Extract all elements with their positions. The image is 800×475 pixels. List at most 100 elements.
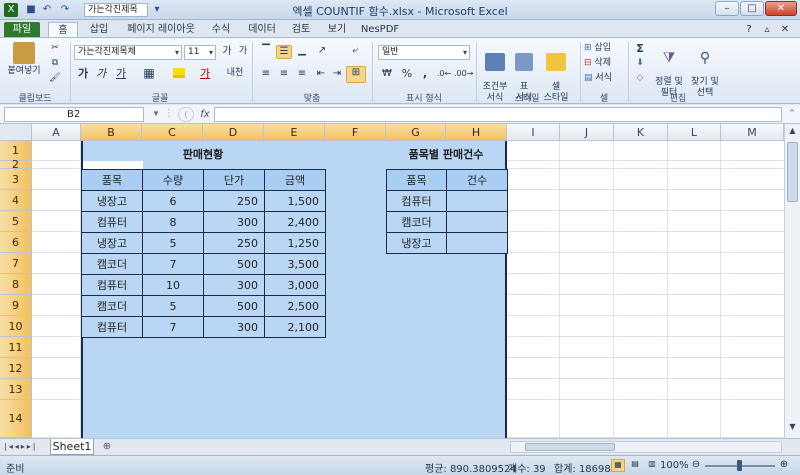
sales-cell[interactable]: 컴퓨터 xyxy=(81,316,143,338)
column-header-j[interactable]: J xyxy=(560,124,614,141)
sales-cell[interactable]: 2,100 xyxy=(264,316,326,338)
count-header-cell[interactable]: 건수 xyxy=(446,169,508,191)
sales-cell[interactable]: 7 xyxy=(142,316,204,338)
close-button[interactable]: ✕ xyxy=(765,1,797,16)
column-header-l[interactable]: L xyxy=(668,124,721,141)
minimize-button[interactable]: – xyxy=(715,1,739,16)
sales-cell[interactable]: 캠코더 xyxy=(81,295,143,317)
column-header-k[interactable]: K xyxy=(614,124,668,141)
sales-cell[interactable]: 3,000 xyxy=(264,274,326,296)
wrap-text-icon[interactable]: ⤶ xyxy=(346,45,364,59)
currency-icon[interactable]: ₩ xyxy=(378,68,396,82)
tab-page-layout[interactable]: 페이지 레이아웃 xyxy=(120,22,202,38)
column-header-e[interactable]: E xyxy=(264,124,325,141)
row-header-6[interactable]: 6 xyxy=(0,232,32,253)
row-header-2[interactable]: 2 xyxy=(0,158,32,171)
align-left-icon[interactable]: ≡ xyxy=(258,68,274,82)
paste-button[interactable]: 붙여넣기 xyxy=(6,42,42,86)
sales-cell[interactable]: 컴퓨터 xyxy=(81,274,143,296)
select-all-corner[interactable] xyxy=(0,124,32,141)
tab-insert[interactable]: 삽입 xyxy=(84,22,114,38)
number-format-select[interactable]: 일반 ▾ xyxy=(378,45,470,60)
conditional-format-button[interactable]: 조건부 서식 xyxy=(480,42,510,103)
sales-cell[interactable]: 2,400 xyxy=(264,211,326,233)
sales-cell[interactable]: 250 xyxy=(203,190,265,212)
tab-formulas[interactable]: 수식 xyxy=(206,22,236,38)
sales-cell[interactable]: 3,500 xyxy=(264,253,326,275)
percent-button[interactable]: % xyxy=(400,68,414,82)
column-header-c[interactable]: C xyxy=(142,124,203,141)
sheet-nav-arrows-icon[interactable]: |◂◂▸▸| xyxy=(4,441,46,453)
count-cell[interactable] xyxy=(446,211,508,233)
align-center-icon[interactable]: ≡ xyxy=(276,68,292,82)
borders-icon[interactable]: ▦ xyxy=(140,67,158,82)
shrink-font-button[interactable]: 가 xyxy=(236,46,250,59)
row-header-11[interactable]: 11 xyxy=(0,337,32,358)
page-break-view-icon[interactable]: ▥ xyxy=(645,459,659,472)
row-header-8[interactable]: 8 xyxy=(0,274,32,295)
ribbon-minimize-icon[interactable]: ▵ xyxy=(760,22,774,38)
column-header-a[interactable]: A xyxy=(32,124,81,141)
row-header-7[interactable]: 7 xyxy=(0,253,32,274)
sales-cell[interactable]: 8 xyxy=(142,211,204,233)
insert-cells-button[interactable]: ⊞ 삽입 xyxy=(584,43,628,56)
sales-cell[interactable]: 캠코더 xyxy=(81,253,143,275)
column-header-f[interactable]: F xyxy=(325,124,386,141)
count-header-cell[interactable]: 품목 xyxy=(386,169,447,191)
expand-formula-icon[interactable]: ⌃ xyxy=(786,107,798,122)
sales-cell[interactable]: 10 xyxy=(142,274,204,296)
column-header-m[interactable]: M xyxy=(721,124,784,141)
sales-cell[interactable]: 5 xyxy=(142,295,204,317)
zoom-in-icon[interactable]: ⊕ xyxy=(778,459,790,472)
active-cell-b2[interactable] xyxy=(83,161,143,169)
sales-cell[interactable]: 300 xyxy=(203,211,265,233)
row-header-9[interactable]: 9 xyxy=(0,295,32,316)
sales-cell[interactable]: 500 xyxy=(203,253,265,275)
align-bottom-icon[interactable]: ▁ xyxy=(294,45,310,59)
column-header-g[interactable]: G xyxy=(386,124,446,141)
align-top-icon[interactable]: ▔ xyxy=(258,45,274,59)
orientation-icon[interactable]: ↗ xyxy=(314,45,330,59)
italic-button[interactable]: 가 xyxy=(94,68,108,82)
decrease-decimal-icon[interactable]: .00→ xyxy=(454,68,473,82)
merge-center-icon[interactable]: ⊞ xyxy=(346,66,366,83)
hscroll-thumb[interactable] xyxy=(525,443,615,451)
horizontal-scrollbar[interactable] xyxy=(510,441,782,453)
grow-font-button[interactable]: 가 xyxy=(220,46,234,59)
worksheet-grid[interactable]: ABCDEFGHIJKLM 1 2 3 4 5 6 7 8 9 10 11 12 13 14 판매현황 품… xyxy=(0,124,784,438)
count-cell[interactable]: 컴퓨터 xyxy=(386,190,447,212)
font-color-icon[interactable]: 가 xyxy=(196,68,214,82)
font-name-select[interactable]: 가는각진제목체 ▾ xyxy=(74,45,182,60)
autosum-button[interactable]: Σ xyxy=(632,43,648,56)
increase-decimal-icon[interactable]: .0← xyxy=(436,68,452,82)
sales-header-cell[interactable]: 단가 xyxy=(203,169,265,191)
tab-view[interactable]: 보기 xyxy=(322,22,352,38)
sales-cell[interactable]: 5 xyxy=(142,232,204,254)
row-header-13[interactable]: 13 xyxy=(0,379,32,400)
copy-icon[interactable]: ⧉ xyxy=(48,58,62,70)
cell-styles-button[interactable]: 셀 스타일 xyxy=(538,42,574,103)
insert-function-button[interactable]: fx xyxy=(198,107,212,122)
sales-cell[interactable]: 냉장고 xyxy=(81,232,143,254)
cancel-entry-icon[interactable]: ( xyxy=(178,107,194,122)
tab-home[interactable]: 홈 xyxy=(48,22,78,38)
sales-cell[interactable]: 2,500 xyxy=(264,295,326,317)
clear-icon[interactable]: ◇ xyxy=(632,73,648,86)
sales-cell[interactable]: 1,500 xyxy=(264,190,326,212)
column-header-i[interactable]: I xyxy=(507,124,560,141)
zoom-slider-thumb[interactable] xyxy=(737,460,742,471)
format-painter-icon[interactable]: 🖌 xyxy=(48,73,62,85)
column-header-d[interactable]: D xyxy=(203,124,264,141)
format-cells-button[interactable]: ▤ 서식 xyxy=(584,73,628,86)
tab-file[interactable]: 파일 xyxy=(4,22,40,38)
sales-cell[interactable]: 300 xyxy=(203,316,265,338)
tab-data[interactable]: 데이터 xyxy=(242,22,282,38)
sales-header-cell[interactable]: 수량 xyxy=(142,169,204,191)
count-cell[interactable]: 냉장고 xyxy=(386,232,447,254)
row-header-12[interactable]: 12 xyxy=(0,358,32,379)
maximize-button[interactable]: □ xyxy=(740,1,764,16)
normal-view-icon[interactable]: ▦ xyxy=(611,459,625,472)
fill-icon[interactable]: ⬇ xyxy=(632,58,648,71)
help-icon[interactable]: ? xyxy=(742,22,756,38)
sheet-tab-sheet1[interactable]: Sheet1 xyxy=(50,439,94,455)
